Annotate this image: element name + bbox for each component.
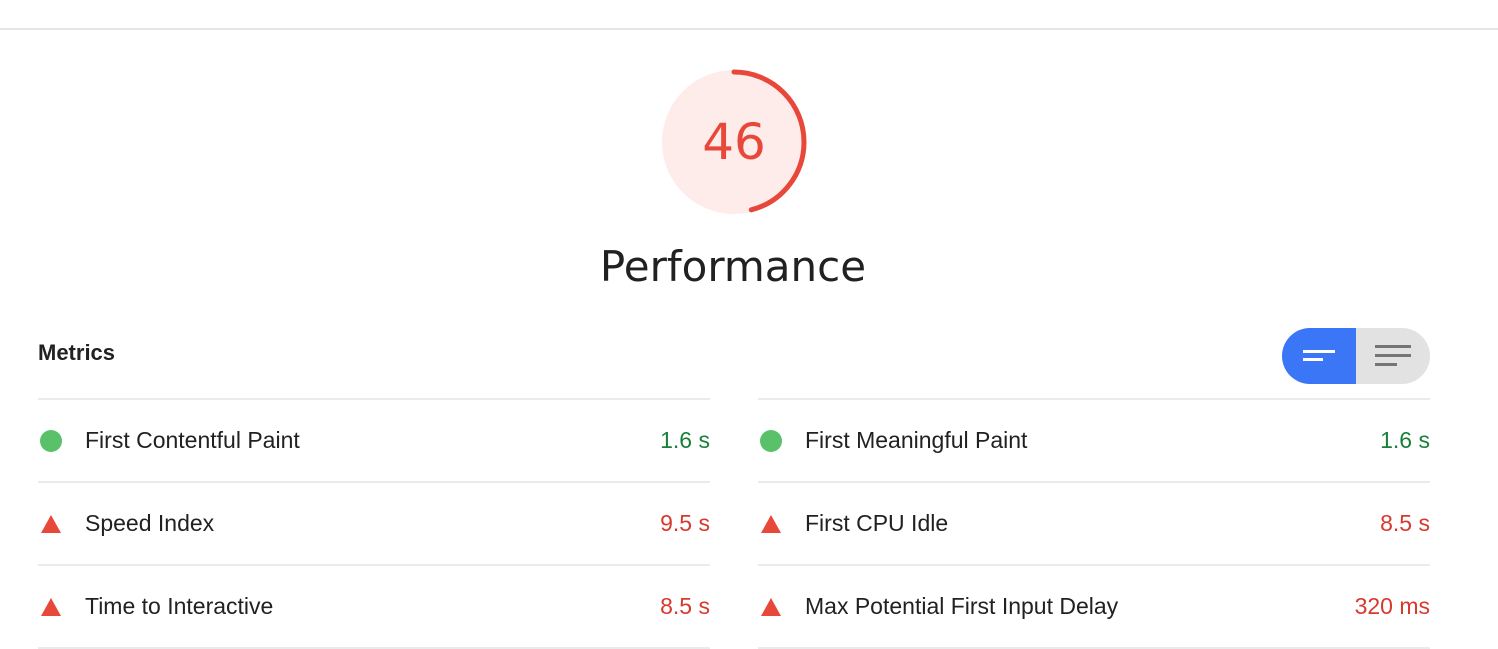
- toggle-expanded-view[interactable]: [1356, 328, 1430, 384]
- metric-value: 8.5 s: [660, 593, 710, 619]
- metric-value: 1.6 s: [1380, 427, 1430, 453]
- metric-value: 9.5 s: [660, 510, 710, 536]
- metric-name: First Meaningful Paint: [805, 427, 1028, 453]
- metric-name: Max Potential First Input Delay: [805, 593, 1119, 619]
- fail-triangle-icon: [761, 597, 781, 616]
- toggle-compact-view[interactable]: [1282, 328, 1356, 384]
- pass-circle-icon: [40, 429, 62, 452]
- bars-icon: [1303, 350, 1335, 361]
- pass-circle-icon: [760, 429, 782, 452]
- fail-triangle-icon: [41, 597, 61, 616]
- metrics-column-left: First Contentful Paint 1.6 s Speed Index…: [38, 398, 710, 649]
- metric-value: 1.6 s: [660, 427, 710, 453]
- metric-row[interactable]: First Contentful Paint 1.6 s: [38, 398, 710, 481]
- metric-row[interactable]: Speed Index 9.5 s: [38, 481, 710, 564]
- metric-row[interactable]: Time to Interactive 8.5 s: [38, 564, 710, 649]
- fail-triangle-icon: [761, 514, 781, 533]
- metric-row[interactable]: Max Potential First Input Delay 320 ms: [758, 564, 1430, 649]
- performance-gauge[interactable]: 46: [660, 68, 808, 216]
- fail-triangle-icon: [41, 514, 61, 533]
- category-title: Performance: [599, 242, 867, 291]
- metric-name: Speed Index: [85, 510, 215, 536]
- metric-value: 8.5 s: [1380, 510, 1430, 536]
- metrics-heading: Metrics: [38, 340, 116, 365]
- metric-row[interactable]: First Meaningful Paint 1.6 s: [758, 398, 1430, 481]
- metric-row[interactable]: First CPU Idle 8.5 s: [758, 481, 1430, 564]
- metric-name: First CPU Idle: [805, 510, 949, 536]
- metric-name: Time to Interactive: [85, 593, 274, 619]
- metric-value: 320 ms: [1354, 593, 1430, 619]
- top-divider: [0, 28, 1498, 30]
- lines-icon: [1375, 345, 1411, 366]
- metrics-view-toggle[interactable]: [1282, 328, 1430, 384]
- metrics-column-right: First Meaningful Paint 1.6 s First CPU I…: [758, 398, 1430, 649]
- metric-name: First Contentful Paint: [85, 427, 300, 453]
- score-value: 46: [702, 113, 766, 171]
